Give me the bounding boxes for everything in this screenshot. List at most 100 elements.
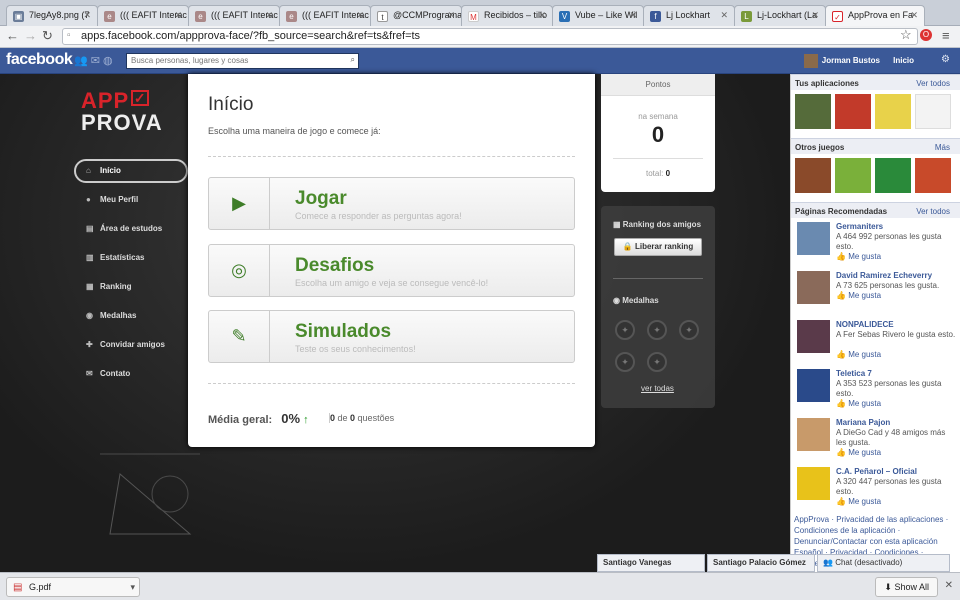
like-button[interactable]: 👍 Me gusta [836, 399, 881, 408]
forward-icon[interactable]: → [24, 28, 37, 43]
see-all-pages-link[interactable]: Ver todos [916, 207, 950, 216]
menu-item-contato[interactable]: ✉ Contato [78, 362, 188, 391]
medal-icon: ◉ [86, 311, 93, 320]
app-thumbnail[interactable] [875, 94, 911, 129]
game-thumbnail[interactable] [835, 158, 871, 193]
browser-tab[interactable]: V Vube – Like Wil ✕ [552, 5, 644, 26]
menu-item-meu-perfil[interactable]: ● Meu Perfil [78, 188, 188, 217]
page-thumbnail[interactable] [797, 467, 830, 500]
like-button[interactable]: 👍 Me gusta [836, 252, 881, 261]
thumbs-up-icon: 👍 [836, 252, 849, 261]
game-thumbnail[interactable] [795, 158, 831, 193]
url-input[interactable]: ▫ apps.facebook.com/appprova-face/?fb_sou… [62, 28, 918, 45]
medal-icon: ◉ [613, 296, 623, 305]
close-icon[interactable]: ✕ [811, 10, 819, 21]
download-item[interactable]: ▤ G.pdf ▾ [6, 577, 140, 597]
close-icon[interactable]: ✕ [83, 10, 91, 21]
menu-item-area-de-estudos[interactable]: ▤ Área de estudos [78, 217, 188, 246]
browser-tab[interactable]: t @CCMProgramac ✕ [370, 5, 462, 26]
close-icon[interactable]: ✕ [629, 10, 637, 21]
download-icon: ⬇ [884, 582, 895, 592]
eafit-icon: e [286, 11, 297, 22]
app-menu: ⌂ Início ● Meu Perfil ▤ Área de estudos ▥ Es… [74, 159, 188, 391]
close-icon[interactable]: ✕ [174, 10, 182, 21]
medal-badge[interactable]: ✦ [679, 320, 699, 340]
total-points: total: 0 [613, 158, 703, 178]
browser-tab[interactable]: e((( EAFIT Interac ✕ [188, 5, 280, 26]
medal-badge[interactable]: ✦ [647, 320, 667, 340]
page-thumbnail[interactable] [797, 320, 830, 353]
menu-item-convidar-amigos[interactable]: ✚ Convidar amigos [78, 333, 188, 362]
ver-todas-link[interactable]: ver todas [641, 384, 674, 393]
settings-icon[interactable]: ⚙ [941, 54, 950, 65]
notification-icons[interactable]: 👥 ✉ ◍ [74, 54, 113, 67]
desafios-option[interactable]: ◎ Desafios Escolha um amigo e veja se co… [208, 244, 575, 297]
app-thumbnail[interactable] [915, 94, 951, 129]
back-icon[interactable]: ← [6, 28, 19, 43]
games-header: Otros juegos Más [791, 138, 960, 154]
like-button[interactable]: 👍 Me gusta [836, 497, 881, 506]
chat-tab[interactable]: Santiago Vanegas [597, 554, 705, 572]
browser-tab[interactable]: e((( EAFIT Interac ✕ [97, 5, 189, 26]
home-link[interactable]: Inicio [893, 56, 914, 65]
like-button[interactable]: 👍 Me gusta [836, 291, 881, 300]
browser-tab-active[interactable]: ✓ AppProva en Fa ✕ [825, 5, 925, 26]
game-thumbnail[interactable] [915, 158, 951, 193]
menu-item-inicio[interactable]: ⌂ Início [74, 159, 188, 183]
opera-icon[interactable]: O [920, 29, 932, 41]
medal-badge[interactable]: ✦ [615, 352, 635, 372]
medal-badge[interactable]: ✦ [615, 320, 635, 340]
thumbs-up-icon: 👍 [836, 350, 849, 359]
browser-tab[interactable]: f Lj Lockhart ✕ [643, 5, 735, 26]
app-thumbnail[interactable] [835, 94, 871, 129]
reload-icon[interactable]: ↻ [42, 28, 53, 44]
app-thumbnail[interactable] [795, 94, 831, 129]
close-icon[interactable]: ✕ [910, 10, 918, 21]
show-all-button[interactable]: ⬇ Show All [875, 577, 938, 597]
appprova-logo[interactable]: APP ✓ PROVA [81, 90, 163, 134]
like-button[interactable]: 👍 Me gusta [836, 350, 881, 359]
medal-badge[interactable]: ✦ [647, 352, 667, 372]
page-thumbnail[interactable] [797, 369, 830, 402]
close-icon[interactable]: ✕ [945, 580, 953, 591]
footer-links[interactable]: AppProva · Privacidad de las aplicacione… [794, 514, 954, 547]
check-icon: ✓ [131, 90, 150, 106]
browser-tab[interactable]: M Recibidos – tillo ✕ [461, 5, 553, 26]
simulados-option[interactable]: ✎ Simulados Teste os seus conhecimentos! [208, 310, 575, 363]
ranking-header: ▦ Ranking dos amigos [613, 220, 702, 229]
page-thumbnail[interactable] [797, 271, 830, 304]
close-icon[interactable]: ✕ [720, 10, 728, 21]
search-icon[interactable]: ⌕ [351, 55, 355, 65]
vube-icon: V [559, 11, 570, 22]
liberar-ranking-button[interactable]: 🔒 Liberar ranking [614, 238, 702, 256]
menu-item-medalhas[interactable]: ◉ Medalhas [78, 304, 188, 333]
close-icon[interactable]: ✕ [356, 10, 364, 21]
menu-item-estatisticas[interactable]: ▥ Estatísticas [78, 246, 188, 275]
more-games-link[interactable]: Más [935, 143, 950, 152]
points-panel: Pontos na semana 0 total: 0 [601, 74, 715, 192]
facebook-logo[interactable]: facebook [6, 51, 73, 69]
facebook-icon: f [650, 11, 661, 22]
close-icon[interactable]: ✕ [265, 10, 273, 21]
see-all-apps-link[interactable]: Ver todos [916, 79, 950, 88]
profile-link[interactable]: Jorman Bustos [803, 54, 880, 68]
page-thumbnail[interactable] [797, 418, 830, 451]
browser-tab[interactable]: L Lj-Lockhart (La ✕ [734, 5, 826, 26]
star-icon[interactable]: ☆ [900, 27, 912, 43]
game-thumbnail[interactable] [875, 158, 911, 193]
browser-tab[interactable]: ▣ 7legAy8.png (7 ✕ [6, 5, 98, 26]
close-icon[interactable]: ✕ [447, 10, 455, 21]
apps-header: Tus aplicaciones Ver todos [791, 74, 960, 90]
chevron-down-icon[interactable]: ▾ [130, 582, 135, 593]
like-button[interactable]: 👍 Me gusta [836, 448, 881, 457]
menu-icon[interactable]: ≡ [942, 28, 950, 43]
search-input[interactable]: Busca personas, lugares y cosas ⌕ [126, 53, 359, 69]
menu-item-ranking[interactable]: ▦ Ranking [78, 275, 188, 304]
jogar-option[interactable]: ▶ Jogar Comece a responder as perguntas … [208, 177, 575, 230]
browser-tab[interactable]: e((( EAFIT Interac ✕ [279, 5, 371, 26]
ranking-icon: ▦ [86, 282, 94, 291]
page-thumbnail[interactable] [797, 222, 830, 255]
chat-tab[interactable]: Santiago Palacio Gómez [707, 554, 815, 572]
close-icon[interactable]: ✕ [538, 10, 546, 21]
chat-status[interactable]: 👥 Chat (desactivado) [817, 554, 950, 572]
